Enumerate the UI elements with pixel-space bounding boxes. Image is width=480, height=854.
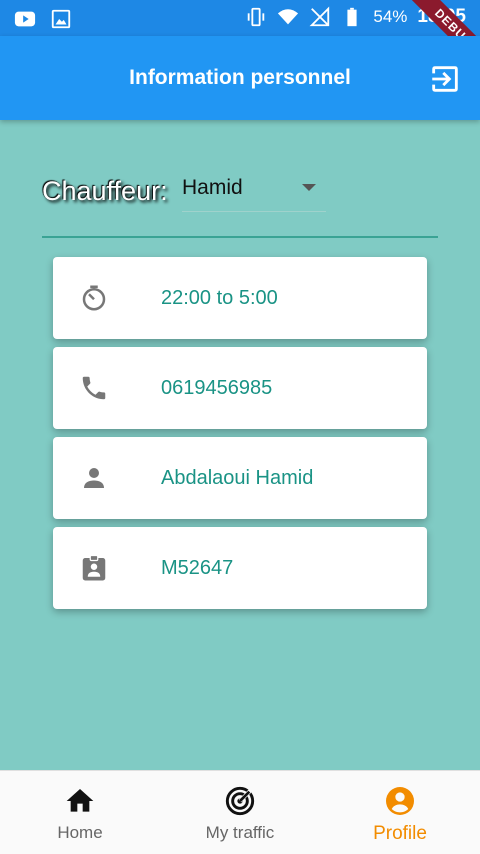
phone-number-text: 0619456985	[161, 377, 273, 399]
no-signal-icon	[309, 6, 330, 27]
driver-selected-value: Hamid	[182, 176, 243, 199]
phone-icon	[82, 376, 106, 400]
driver-name-text: Abdalaoui Hamid	[161, 467, 314, 489]
person-icon	[84, 468, 104, 488]
battery-icon	[347, 7, 357, 27]
nav-my-traffic[interactable]: My traffic	[160, 771, 320, 854]
id-card: M52647	[53, 527, 427, 609]
nav-home-label: Home	[57, 823, 103, 842]
account-circle-icon	[386, 787, 414, 815]
app-bar: Information personnel	[0, 36, 480, 120]
battery-percentage: 54%	[373, 7, 408, 26]
id-number-text: M52647	[161, 557, 234, 579]
badge-icon	[82, 554, 106, 581]
home-icon	[66, 789, 94, 812]
driver-label: Chauffeur:	[42, 176, 168, 206]
image-icon	[51, 9, 71, 29]
status-bar: 54% 18:05 DEBUG	[0, 0, 480, 78]
phone-card: 0619456985	[53, 347, 427, 429]
dropdown-arrow-icon	[302, 184, 316, 191]
nav-home[interactable]: Home	[0, 771, 160, 854]
vibrate-icon	[248, 7, 265, 27]
page-title: Information personnel	[129, 66, 351, 89]
radar-icon	[225, 786, 255, 816]
logout-icon[interactable]	[428, 62, 462, 96]
nav-profile[interactable]: Profile	[320, 771, 480, 854]
timer-icon	[82, 285, 106, 311]
driver-selector-row: Chauffeur: Hamid	[42, 172, 438, 238]
nav-my-traffic-label: My traffic	[205, 823, 275, 842]
nav-profile-label: Profile	[373, 823, 427, 844]
bottom-navigation: Home My traffic Profile	[0, 770, 480, 854]
driver-dropdown[interactable]: Hamid	[182, 172, 326, 212]
schedule-text: 22:00 to 5:00	[161, 287, 278, 309]
schedule-card: 22:00 to 5:00	[53, 257, 427, 339]
name-card: Abdalaoui Hamid	[53, 437, 427, 519]
youtube-icon	[14, 11, 36, 27]
wifi-icon	[278, 9, 299, 25]
